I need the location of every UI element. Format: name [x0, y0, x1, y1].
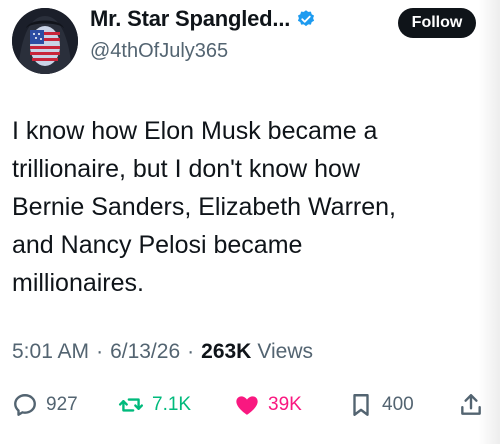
meta-separator: ·: [96, 340, 104, 363]
follow-button[interactable]: Follow: [398, 8, 476, 38]
repost-icon: [118, 398, 144, 412]
share-icon: [461, 394, 481, 415]
tweet-actions-bar: 927 7.1K 39K 400: [8, 392, 492, 426]
like-count: 39K: [268, 394, 302, 415]
bookmark-icon: [353, 394, 369, 416]
views-label: Views: [257, 340, 313, 363]
repost-button[interactable]: 7.1K: [118, 392, 191, 418]
share-button[interactable]: [458, 392, 484, 418]
bookmark-button[interactable]: 400: [348, 392, 414, 418]
tweet-text: I know how Elon Musk became a trillionai…: [12, 117, 396, 297]
like-button[interactable]: 39K: [234, 392, 302, 418]
repost-count: 7.1K: [152, 394, 192, 415]
tweet-meta: 5:01 AM · 6/13/26 · 263K Views: [12, 340, 313, 364]
bookmark-count: 400: [382, 394, 414, 415]
reply-icon: [14, 394, 36, 416]
display-name[interactable]: Mr. Star Spangled...: [90, 6, 290, 32]
user-handle[interactable]: @4thOfJuly365: [90, 40, 228, 63]
reply-button[interactable]: 927: [12, 392, 78, 418]
views-count[interactable]: 263K: [201, 340, 251, 364]
reply-count: 927: [46, 394, 78, 415]
heart-icon: [236, 396, 258, 415]
avatar-image: [12, 8, 78, 74]
tweet-time[interactable]: 5:01 AM: [12, 340, 89, 364]
verified-badge-icon[interactable]: [296, 9, 316, 29]
author-name-row: Mr. Star Spangled...: [90, 6, 316, 32]
edge-shadow: [478, 0, 500, 444]
meta-separator: ·: [187, 340, 195, 363]
tweet-date[interactable]: 6/13/26: [110, 340, 180, 364]
avatar[interactable]: [12, 8, 78, 74]
